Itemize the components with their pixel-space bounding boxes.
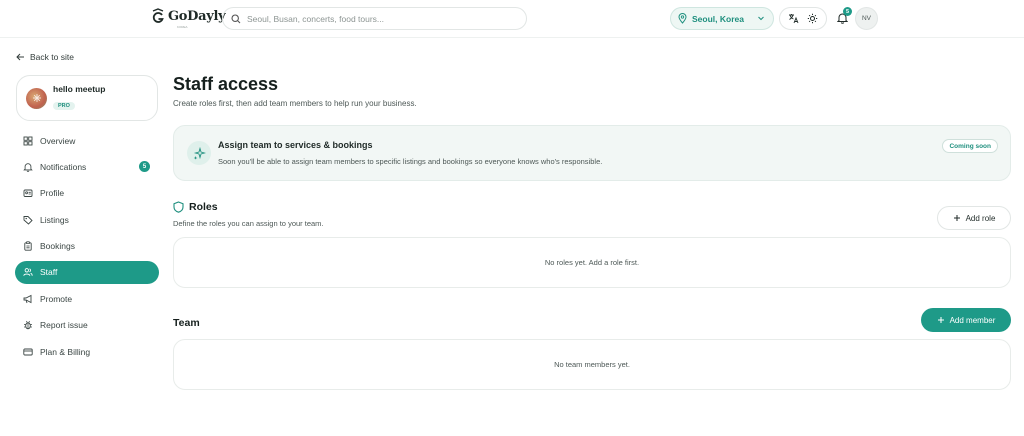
sidebar-item-report-issue[interactable]: Report issue xyxy=(15,314,159,337)
sidebar-item-label: Staff xyxy=(40,267,58,278)
translate-icon[interactable] xyxy=(788,13,799,24)
map-pin-icon xyxy=(678,13,687,24)
logo-text: GoDayly xyxy=(168,8,226,24)
roles-heading: Roles xyxy=(173,201,218,213)
users-icon xyxy=(23,268,33,277)
sidebar-item-listings[interactable]: Listings xyxy=(15,208,159,231)
credit-card-icon xyxy=(23,348,33,356)
notification-count-badge: 5 xyxy=(843,7,852,16)
sparkle-icon xyxy=(32,94,41,102)
grid-icon xyxy=(23,136,33,145)
search-input[interactable] xyxy=(247,13,507,24)
logo[interactable]: GoDayly KOREA xyxy=(151,8,226,29)
arrow-left-icon xyxy=(16,53,24,61)
team-title: Team xyxy=(173,317,200,329)
banner-icon-wrap xyxy=(187,141,211,165)
sidebar-nav: Overview Notifications 5 Profile Listing… xyxy=(15,129,159,367)
sidebar-item-label: Bookings xyxy=(40,241,75,252)
sidebar-item-plan-billing[interactable]: Plan & Billing xyxy=(15,340,159,363)
page-subtitle: Create roles first, then add team member… xyxy=(173,99,417,108)
sidebar-item-label: Profile xyxy=(40,188,65,199)
bug-icon xyxy=(24,321,32,330)
sparkles-icon xyxy=(193,146,206,159)
roles-empty-state: No roles yet. Add a role first. xyxy=(173,237,1011,288)
sidebar-item-promote[interactable]: Promote xyxy=(15,287,159,310)
coming-soon-banner: Assign team to services & bookings Soon … xyxy=(173,125,1011,181)
sidebar-item-overview[interactable]: Overview xyxy=(15,129,159,152)
id-card-icon xyxy=(23,189,33,198)
plan-badge: PRO xyxy=(53,102,75,110)
roles-title: Roles xyxy=(189,201,218,213)
team-empty-state: No team members yet. xyxy=(173,339,1011,390)
sidebar-item-staff[interactable]: Staff xyxy=(15,260,159,284)
logo-subtext: KOREA xyxy=(177,25,188,29)
clipboard-icon xyxy=(24,241,32,251)
coming-soon-badge: Coming soon xyxy=(942,139,998,153)
location-label: Seoul, Korea xyxy=(692,13,744,24)
logo-mark-icon xyxy=(152,8,164,23)
preferences-group xyxy=(779,7,827,30)
sidebar-item-label: Plan & Billing xyxy=(40,346,91,357)
sidebar-item-label: Notifications xyxy=(40,161,87,172)
add-member-label: Add member xyxy=(949,315,996,325)
sidebar-item-notifications[interactable]: Notifications 5 xyxy=(15,155,159,178)
roles-subtitle: Define the roles you can assign to your … xyxy=(173,219,324,228)
main-content: Staff access Create roles first, then ad… xyxy=(173,74,1011,390)
add-role-button[interactable]: Add role xyxy=(937,206,1011,230)
sidebar-item-label: Promote xyxy=(40,293,73,304)
plus-icon xyxy=(937,317,944,323)
sun-icon[interactable] xyxy=(807,13,818,24)
back-label: Back to site xyxy=(30,52,74,62)
banner-text: Soon you'll be able to assign team membe… xyxy=(218,157,603,166)
page-title: Staff access xyxy=(173,74,279,94)
business-info: hello meetup PRO xyxy=(53,84,105,112)
chevron-down-icon xyxy=(758,16,764,21)
sidebar-item-label: Report issue xyxy=(40,320,88,331)
business-profile-card[interactable]: hello meetup PRO xyxy=(16,75,158,121)
search-bar[interactable] xyxy=(222,7,527,30)
sidebar-item-label: Overview xyxy=(40,135,76,146)
location-selector[interactable]: Seoul, Korea xyxy=(670,7,774,30)
notifications-count-badge: 5 xyxy=(139,161,150,173)
tag-icon xyxy=(23,215,33,225)
bell-icon xyxy=(23,163,33,172)
add-role-label: Add role xyxy=(965,213,996,223)
business-avatar xyxy=(26,87,47,109)
sidebar-item-bookings[interactable]: Bookings xyxy=(15,235,159,258)
back-to-site-link[interactable]: Back to site xyxy=(16,52,74,62)
user-avatar[interactable]: NV xyxy=(855,7,878,30)
sidebar-item-profile[interactable]: Profile xyxy=(15,182,159,205)
banner-title: Assign team to services & bookings xyxy=(218,140,373,150)
sidebar-item-label: Listings xyxy=(40,214,69,225)
business-name: hello meetup xyxy=(53,84,106,94)
megaphone-icon xyxy=(23,294,32,304)
shield-icon xyxy=(173,201,184,213)
top-bar: GoDayly KOREA Seoul, Korea xyxy=(0,0,1024,38)
plus-icon xyxy=(953,215,960,221)
search-icon xyxy=(231,13,241,23)
add-member-button[interactable]: Add member xyxy=(921,308,1011,332)
